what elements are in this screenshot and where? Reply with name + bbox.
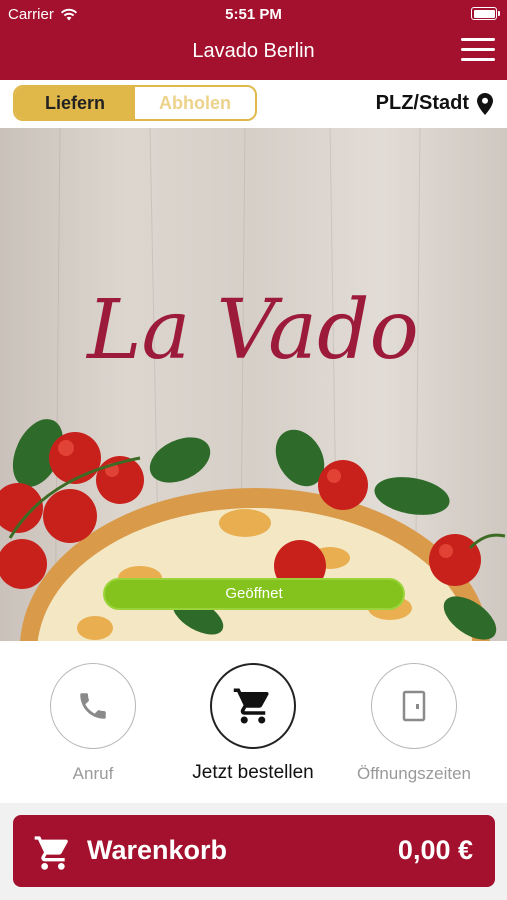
hero-image: La Vado xyxy=(0,128,507,641)
location-label: PLZ/Stadt xyxy=(375,92,469,114)
order-now-label: Jetzt bestellen xyxy=(192,762,314,783)
location-selector[interactable]: PLZ/Stadt xyxy=(376,92,493,115)
restaurant-logo: La Vado xyxy=(85,283,419,378)
app-header: Carrier 5:51 PM Lavado Berlin xyxy=(0,0,507,80)
cart-total: 0,00 € xyxy=(397,835,473,865)
map-pin-icon xyxy=(477,92,493,115)
cart-label: Warenkorb xyxy=(87,835,228,865)
page-title: Lavado Berlin xyxy=(192,40,315,62)
opening-hours-label: Öffnungszeiten xyxy=(356,764,472,783)
door-icon xyxy=(402,690,426,722)
order-now-circle xyxy=(210,663,296,749)
shopping-cart-icon xyxy=(34,836,68,870)
shopping-cart-icon xyxy=(233,688,269,724)
open-status-badge: Geöffnet xyxy=(103,578,405,610)
battery-icon xyxy=(471,7,500,20)
hamburger-menu-icon[interactable] xyxy=(461,38,495,64)
opening-hours-circle xyxy=(371,663,457,749)
order-now-button[interactable]: Jetzt bestellen xyxy=(173,663,333,784)
clock: 5:51 PM xyxy=(225,6,282,23)
deliver-option[interactable]: Liefern xyxy=(15,87,135,119)
opening-hours-button[interactable]: Öffnungszeiten xyxy=(334,663,494,784)
restaurant-banner-image: La Vado xyxy=(0,128,506,641)
order-mode-toggle: Liefern Abholen xyxy=(13,85,257,121)
pickup-option[interactable]: Abholen xyxy=(135,87,255,119)
cart-button[interactable]: Warenkorb 0,00 € xyxy=(13,815,495,887)
phone-icon xyxy=(80,693,106,719)
status-bar: Carrier 5:51 PM xyxy=(0,0,507,28)
order-mode-bar: Liefern Abholen PLZ/Stadt xyxy=(0,80,507,128)
call-button[interactable]: Anruf xyxy=(13,663,173,784)
call-label: Anruf xyxy=(72,764,114,783)
svg-text:La Vado: La Vado xyxy=(85,283,419,378)
call-circle xyxy=(50,663,136,749)
action-bar: Anruf Jetzt bestellen Öffnungszeiten xyxy=(0,641,507,803)
